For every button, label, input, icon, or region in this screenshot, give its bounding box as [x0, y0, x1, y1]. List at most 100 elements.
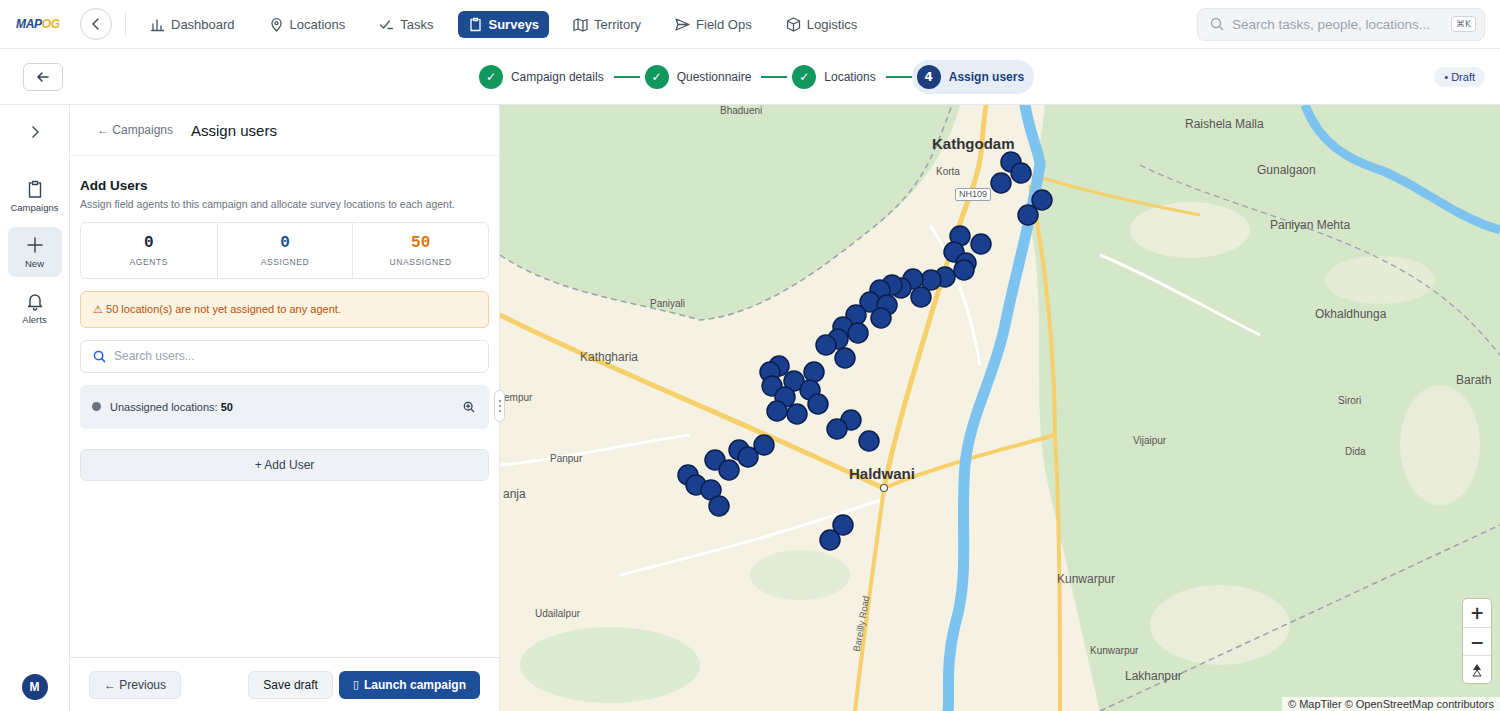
main-nav: Dashboard Locations Tasks Surveys Territory F… — [140, 11, 867, 38]
compass-icon — [1471, 663, 1483, 677]
step[interactable]: ✓Campaign details — [474, 60, 614, 94]
nav-item[interactable]: Territory — [563, 11, 651, 38]
map-icon — [573, 17, 588, 32]
resize-handle[interactable] — [494, 390, 505, 422]
map-label: Udailalpur — [535, 608, 580, 620]
stat: 0 AGENTS — [81, 223, 217, 278]
location-pin[interactable] — [871, 308, 891, 328]
nav-label: Dashboard — [171, 17, 235, 32]
step-label: Locations — [824, 70, 875, 84]
zoom-in-button[interactable]: + — [1463, 599, 1491, 627]
location-pin[interactable] — [719, 460, 739, 480]
step[interactable]: ✓ Locations — [787, 60, 885, 94]
nav-item[interactable]: Surveys — [458, 11, 550, 38]
nav-label: Tasks — [400, 17, 433, 32]
step[interactable]: 4Assign users — [912, 60, 1034, 94]
clipboard-icon — [468, 17, 483, 32]
step-label: Questionnaire — [677, 70, 752, 84]
search-icon — [93, 350, 106, 363]
campaigns-link[interactable]: ← Campaigns — [97, 123, 173, 137]
launch-label: Launch campaign — [364, 678, 466, 692]
location-pin[interactable] — [816, 335, 836, 355]
map-label: Haldwani — [849, 465, 915, 483]
divider — [125, 12, 126, 36]
location-pin[interactable] — [848, 323, 868, 343]
map-label: Lakhanpur — [1125, 669, 1182, 683]
location-pin[interactable] — [954, 260, 974, 280]
location-pin[interactable] — [767, 401, 787, 421]
rail-label: Campaigns — [10, 202, 58, 213]
nav-item[interactable]: Tasks — [369, 11, 443, 38]
stat-label: AGENTS — [130, 257, 169, 267]
clipboard-icon — [25, 179, 45, 199]
map-label: Kathgodam — [932, 135, 1015, 153]
step-mark: 4 — [917, 65, 941, 89]
workspace: Campaigns New Alerts M ← CampaignsAssign use… — [0, 105, 1500, 711]
location-pin[interactable] — [709, 496, 729, 516]
launch-button[interactable]: ▯Launch campaign — [339, 671, 480, 699]
nav-label: Field Ops — [696, 17, 752, 32]
status-dot — [92, 402, 101, 411]
location-pin[interactable] — [911, 287, 931, 307]
zoom-out-button[interactable]: − — [1463, 627, 1491, 655]
search-icon — [1210, 17, 1224, 31]
map[interactable]: BhadueniKathgodamKortaNH109Raishela Mall… — [500, 105, 1500, 711]
location-pin[interactable] — [787, 404, 807, 424]
save-draft-button[interactable]: Save draft — [248, 671, 333, 699]
location-pin[interactable] — [804, 362, 824, 382]
location-pin[interactable] — [1018, 205, 1038, 225]
map-label: Korta — [936, 166, 960, 178]
expand-button[interactable] — [20, 117, 50, 147]
map-label: Raishela Malla — [1185, 117, 1264, 131]
nav-item[interactable]: Locations — [259, 11, 356, 38]
chevron-right-icon — [28, 125, 42, 139]
step[interactable]: ✓Questionnaire — [640, 60, 762, 94]
rail-item[interactable]: Campaigns — [8, 171, 62, 221]
back-button[interactable] — [23, 63, 63, 91]
side-rail: Campaigns New Alerts M — [0, 105, 70, 711]
location-pin[interactable] — [859, 431, 879, 451]
location-pin[interactable] — [835, 348, 855, 368]
add-user-button[interactable]: + Add User — [80, 449, 489, 481]
stats-card: 0AGENTS0ASSIGNED50UNASSIGNED — [80, 222, 489, 279]
panel-header: ← CampaignsAssign users — [70, 105, 499, 156]
map-label: Paniyali — [650, 298, 685, 310]
nav-item[interactable]: Field Ops — [665, 11, 762, 38]
app-root: MAPOG Dashboard Locations Tasks Surveys Terri… — [0, 0, 1500, 711]
unassigned-count: 50 — [221, 401, 233, 413]
location-pin[interactable] — [1011, 163, 1031, 183]
nav-label: Locations — [290, 17, 346, 32]
assign-panel: ← CampaignsAssign usersAdd UsersAssign f… — [70, 105, 500, 711]
location-pin[interactable] — [808, 394, 828, 414]
check-icon — [379, 17, 394, 32]
zoom-to-button[interactable] — [461, 399, 477, 415]
user-search[interactable]: Search users... — [80, 340, 489, 373]
map-canvas[interactable] — [500, 105, 1500, 711]
reset-north-button[interactable] — [1463, 655, 1491, 683]
location-pin[interactable] — [991, 173, 1011, 193]
stat-value: 0 — [144, 234, 154, 252]
map-label: anja — [503, 487, 526, 501]
previous-button[interactable]: ← Previous — [89, 671, 181, 699]
section-title: Add Users — [80, 178, 489, 193]
bell-icon — [25, 291, 45, 311]
arrow-left-icon — [35, 69, 51, 85]
rail-item[interactable]: Alerts — [8, 283, 62, 333]
rail-label: Alerts — [22, 314, 46, 325]
stat-value: 50 — [411, 234, 430, 252]
map-controls: +− — [1463, 599, 1491, 683]
location-pin[interactable] — [971, 234, 991, 254]
user-avatar[interactable]: M — [22, 674, 48, 700]
global-search[interactable]: Search tasks, people, locations...⌘K — [1197, 8, 1485, 41]
location-pin[interactable] — [820, 530, 840, 550]
collapse-button[interactable] — [80, 8, 112, 40]
map-pin-icon — [269, 17, 284, 32]
nav-item[interactable]: Logistics — [776, 11, 868, 38]
nav-item[interactable]: Dashboard — [140, 11, 245, 38]
step-mark: ✓ — [792, 65, 816, 89]
rail-item[interactable]: New — [8, 227, 62, 277]
location-pin[interactable] — [827, 419, 847, 439]
location-pin[interactable] — [738, 447, 758, 467]
logo[interactable]: MAPOG — [16, 17, 64, 31]
map-label: Panpur — [550, 453, 582, 465]
